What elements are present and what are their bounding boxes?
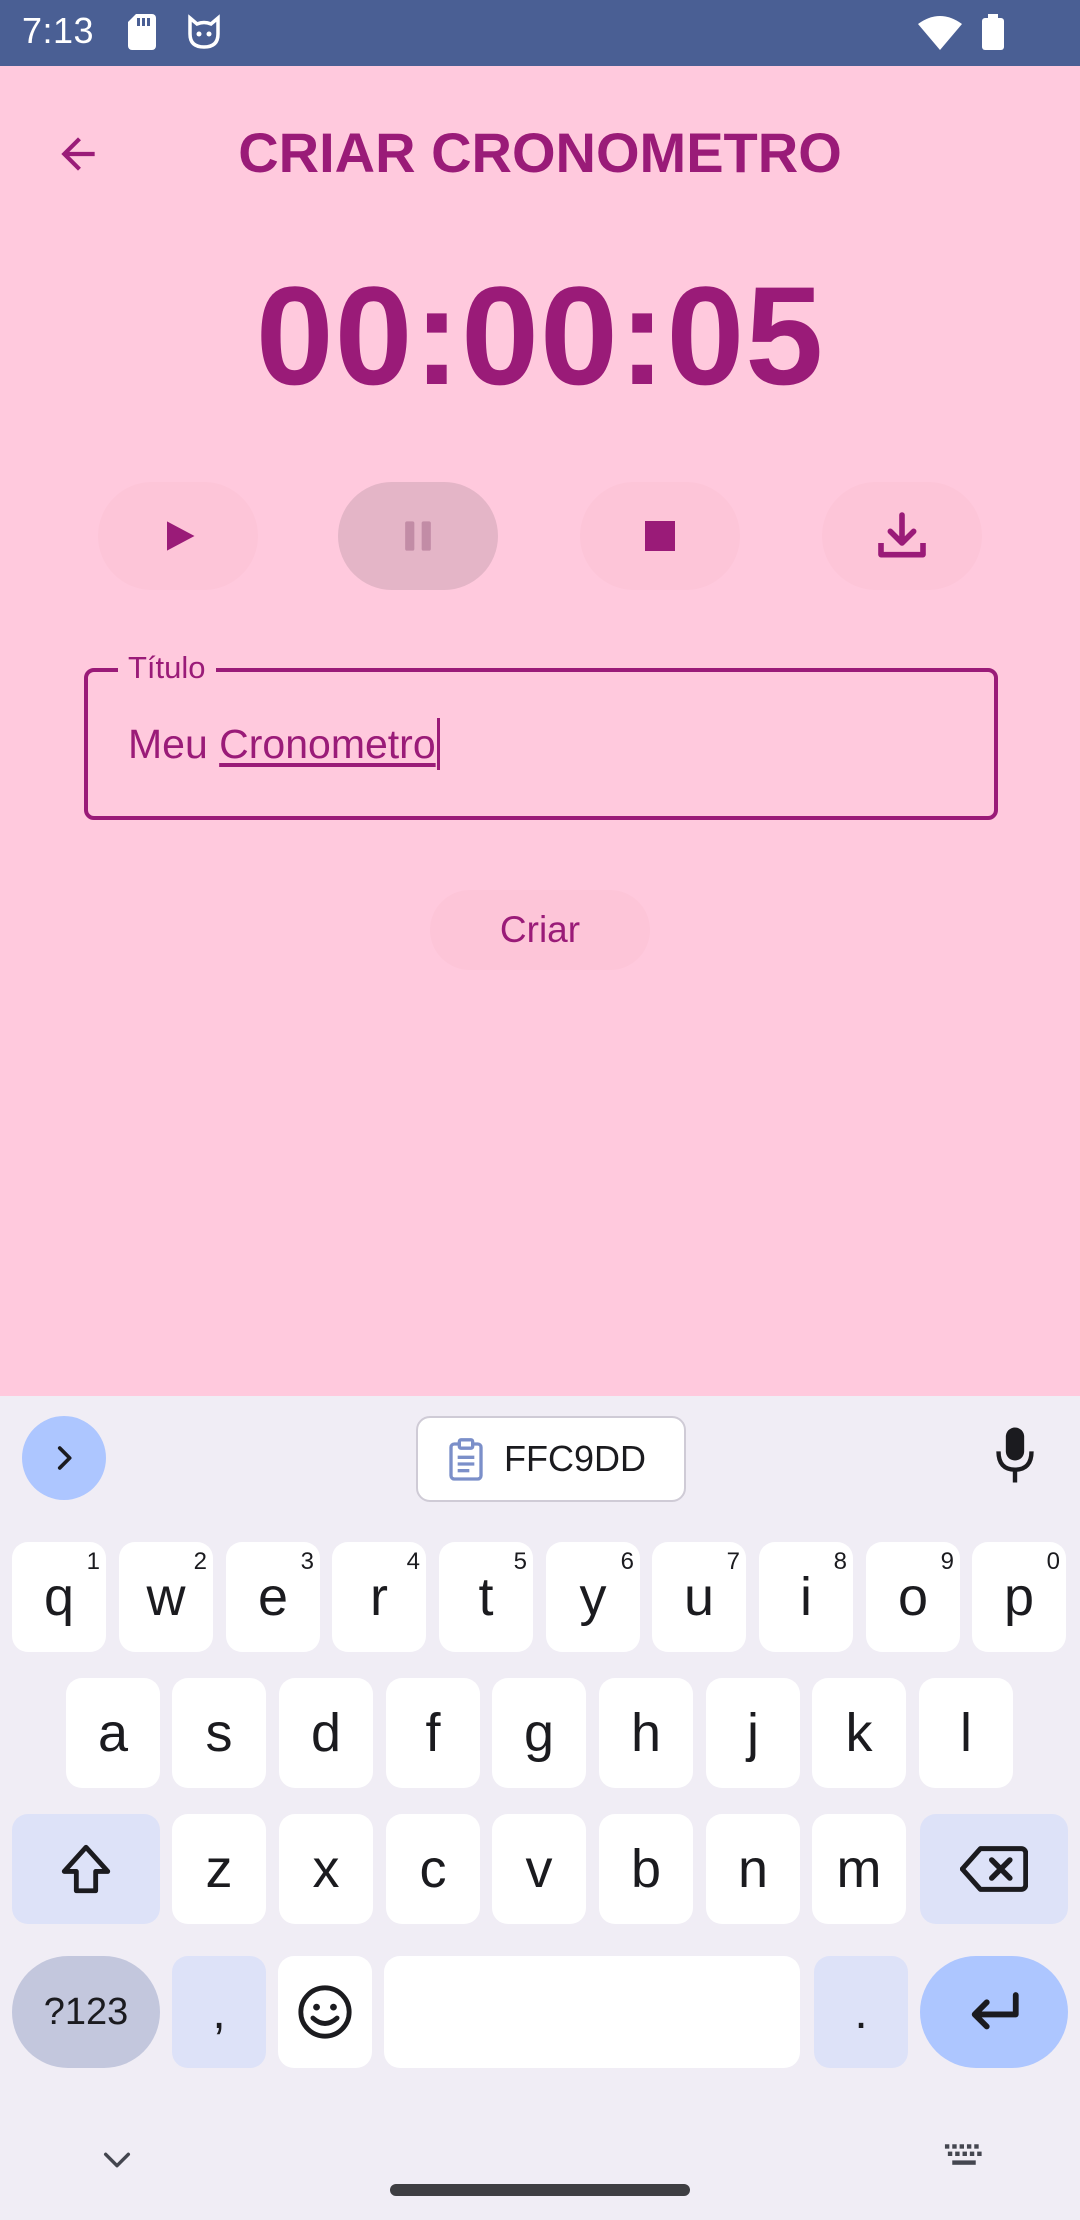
key-i[interactable]: i8 xyxy=(759,1542,853,1652)
hide-keyboard-button[interactable] xyxy=(92,2140,142,2180)
key-f[interactable]: f xyxy=(386,1678,480,1788)
title-field[interactable]: Título Meu Cronometro xyxy=(84,650,998,820)
download-button[interactable] xyxy=(822,482,982,590)
clipboard-suggestion[interactable]: FFC9DD xyxy=(416,1416,686,1502)
timer-display: 00:00:05 xyxy=(255,257,825,414)
play-icon xyxy=(167,521,195,551)
page-title: CRIAR CRONOMETRO xyxy=(238,121,842,184)
key-t[interactable]: t5 xyxy=(439,1542,533,1652)
key-label: i xyxy=(800,1567,812,1627)
microphone-icon xyxy=(996,1427,1034,1483)
switch-keyboard-button[interactable] xyxy=(940,2136,988,2176)
key-hint: 0 xyxy=(1046,1548,1060,1575)
key-e[interactable]: e3 xyxy=(226,1542,320,1652)
wifi-icon xyxy=(918,16,962,50)
enter-key[interactable] xyxy=(920,1956,1068,2068)
key-label: y xyxy=(579,1567,607,1627)
status-bar: 7:13 xyxy=(0,0,1080,66)
shift-icon xyxy=(61,1844,111,1894)
key-label: w xyxy=(146,1567,186,1627)
pause-icon xyxy=(405,521,431,551)
key-s[interactable]: s xyxy=(172,1678,266,1788)
key-b[interactable]: b xyxy=(599,1814,693,1924)
comma-key[interactable]: , xyxy=(172,1956,266,2068)
key-hint: 5 xyxy=(513,1548,527,1575)
clipboard-text: FFC9DD xyxy=(504,1438,646,1479)
home-indicator[interactable] xyxy=(390,2184,690,2196)
play-button[interactable] xyxy=(98,482,258,590)
title-input[interactable]: Meu Cronometro xyxy=(128,718,948,770)
soft-keyboard: FFC9DD q1 w2 e3 r4 t5 y6 u7 i8 o9 p0 a s… xyxy=(0,1396,1080,2220)
backspace-key[interactable] xyxy=(920,1814,1068,1924)
key-hint: 9 xyxy=(940,1548,954,1575)
key-hint: 3 xyxy=(300,1548,314,1575)
key-v[interactable]: v xyxy=(492,1814,586,1924)
key-l[interactable]: l xyxy=(919,1678,1013,1788)
key-hint: 7 xyxy=(726,1548,740,1575)
space-key[interactable] xyxy=(384,1956,800,2068)
key-g[interactable]: g xyxy=(492,1678,586,1788)
title-value-composing: Cronometro xyxy=(219,721,436,767)
battery-icon xyxy=(982,14,1004,50)
title-value-prefix: Meu xyxy=(128,721,220,767)
backspace-icon xyxy=(960,1846,1028,1892)
key-label: t xyxy=(478,1567,494,1627)
key-label: e xyxy=(257,1567,289,1627)
key-hint: 8 xyxy=(833,1548,847,1575)
stop-button[interactable] xyxy=(580,482,740,590)
key-q[interactable]: q1 xyxy=(12,1542,106,1652)
period-key[interactable]: . xyxy=(814,1956,908,2068)
key-y[interactable]: y6 xyxy=(546,1542,640,1652)
key-j[interactable]: j xyxy=(706,1678,800,1788)
key-hint: 1 xyxy=(86,1548,100,1575)
clipboard-icon xyxy=(449,1438,483,1481)
key-d[interactable]: d xyxy=(279,1678,373,1788)
key-k[interactable]: k xyxy=(812,1678,906,1788)
key-hint: 6 xyxy=(620,1548,634,1575)
key-z[interactable]: z xyxy=(172,1814,266,1924)
title-field-label: Título xyxy=(118,650,216,686)
text-caret xyxy=(436,718,440,770)
shift-key[interactable] xyxy=(12,1814,160,1924)
create-button[interactable]: Criar xyxy=(430,890,650,970)
key-u[interactable]: u7 xyxy=(652,1542,746,1652)
key-h[interactable]: h xyxy=(599,1678,693,1788)
keyboard-icon xyxy=(944,2144,982,2165)
key-p[interactable]: p0 xyxy=(972,1542,1066,1652)
cat-icon xyxy=(188,14,220,49)
key-c[interactable]: c xyxy=(386,1814,480,1924)
symbols-key[interactable]: ?123 xyxy=(12,1956,160,2068)
key-label: p xyxy=(1003,1567,1035,1627)
key-label: q xyxy=(43,1567,75,1627)
keyboard-expand-button[interactable] xyxy=(22,1416,106,1500)
pause-button[interactable] xyxy=(338,482,498,590)
key-o[interactable]: o9 xyxy=(866,1542,960,1652)
chevron-down-icon xyxy=(103,2152,131,2168)
key-x[interactable]: x xyxy=(279,1814,373,1924)
sd-card-icon xyxy=(128,14,156,50)
key-n[interactable]: n xyxy=(706,1814,800,1924)
status-time: 7:13 xyxy=(22,10,95,51)
voice-input-button[interactable] xyxy=(990,1420,1040,1490)
emoji-icon xyxy=(298,1985,352,2039)
key-r[interactable]: r4 xyxy=(332,1542,426,1652)
key-label: u xyxy=(683,1567,715,1627)
key-label: r xyxy=(370,1567,388,1627)
key-w[interactable]: w2 xyxy=(119,1542,213,1652)
key-a[interactable]: a xyxy=(66,1678,160,1788)
download-icon xyxy=(878,512,926,558)
enter-icon xyxy=(971,1992,1019,2030)
key-hint: 2 xyxy=(193,1548,207,1575)
chevron-right-icon xyxy=(57,1446,72,1470)
stop-icon xyxy=(645,521,675,551)
key-m[interactable]: m xyxy=(812,1814,906,1924)
key-hint: 4 xyxy=(406,1548,420,1575)
key-label: o xyxy=(897,1567,929,1627)
emoji-key[interactable] xyxy=(278,1956,372,2068)
